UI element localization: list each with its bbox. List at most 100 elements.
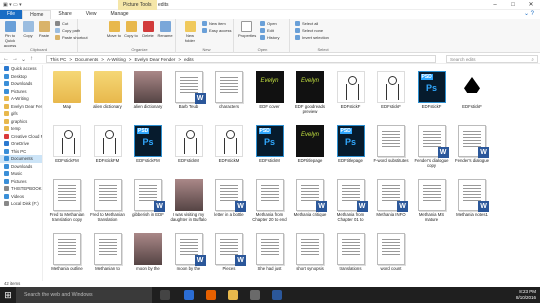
help-icon[interactable]: ⌄ ? — [524, 10, 534, 17]
file-item[interactable]: EDFstickM — [170, 125, 208, 168]
file-item[interactable]: Wmoon by the — [170, 233, 208, 276]
nav-item[interactable]: This PC — [0, 148, 42, 156]
tab-view[interactable]: View — [79, 10, 104, 19]
file-item[interactable]: moon by the — [129, 233, 167, 276]
nav-item[interactable]: graphics — [0, 118, 42, 126]
file-item[interactable]: EDFstickFM — [89, 125, 127, 168]
file-item[interactable]: PSD Ps EDFstickM — [251, 125, 289, 168]
breadcrumb-separator[interactable]: > — [178, 57, 181, 62]
file-item[interactable]: Methania MS mature — [413, 179, 451, 222]
rename-button[interactable]: Rename — [157, 21, 173, 38]
new-folder-button[interactable]: New folder — [182, 21, 198, 43]
file-item[interactable]: PSD Ps EDFstickFM — [129, 125, 167, 168]
file-item[interactable]: Evelyn EDFtitlepage — [291, 125, 329, 168]
file-item[interactable]: I was visiting my daughter in Buffalo — [170, 179, 208, 222]
store-icon[interactable] — [250, 290, 260, 300]
nav-item[interactable]: Videos — [0, 193, 42, 201]
close-icon[interactable]: ✕ — [522, 0, 540, 10]
file-item[interactable]: EDFstickM — [210, 125, 248, 168]
windows-start-icon[interactable]: ⊞ — [0, 287, 16, 303]
recent-icon[interactable]: ⌄ — [21, 56, 26, 63]
quick-access-toolbar[interactable]: ▣ ▾ ▭ ▾ — [3, 2, 22, 8]
file-item[interactable]: Wgibberish in EDF — [129, 179, 167, 222]
paste-button[interactable]: Paste — [36, 21, 52, 38]
nav-item[interactable]: Creative Cloud Fil — [0, 133, 42, 141]
file-explorer-icon[interactable] — [228, 290, 238, 300]
history-button[interactable]: History — [260, 35, 279, 41]
nav-item[interactable]: THISTEPBOOK (C — [0, 185, 42, 193]
file-item[interactable]: W Fender's dialogue — [453, 125, 491, 168]
open-button[interactable]: Open — [260, 21, 277, 27]
file-item[interactable]: W Fender's dialogue copy — [413, 125, 451, 168]
breadcrumb-separator[interactable]: > — [101, 57, 104, 62]
delete-button[interactable]: Delete — [140, 21, 156, 38]
file-item[interactable]: W Barb Teub — [170, 71, 208, 114]
paste-shortcut-button[interactable]: Paste shortcut — [55, 35, 88, 41]
file-item[interactable]: characters — [210, 71, 248, 114]
file-item[interactable]: word count — [372, 233, 410, 276]
edge-icon[interactable] — [184, 290, 194, 300]
new-item-button[interactable]: New item — [202, 21, 226, 27]
move-to-button[interactable]: Move to — [106, 21, 122, 38]
nav-item[interactable]: Desktop — [0, 73, 42, 81]
file-item[interactable]: Fred to Methanian translation copy — [48, 179, 86, 222]
nav-item[interactable]: Quick access — [0, 65, 42, 73]
file-item[interactable]: short synopsis — [291, 233, 329, 276]
nav-item[interactable]: Pictures — [0, 178, 42, 186]
file-item[interactable]: Evelyn EDF goodreads preview — [291, 71, 329, 114]
back-icon[interactable]: ← — [3, 56, 9, 62]
word-icon[interactable] — [272, 290, 282, 300]
file-item[interactable]: Methania outline — [48, 233, 86, 276]
maximize-icon[interactable]: □ — [504, 0, 522, 10]
forward-icon[interactable]: → — [12, 56, 18, 62]
file-item[interactable]: alien dictionary — [129, 71, 167, 114]
tab-manage[interactable]: Manage — [104, 10, 136, 19]
search-box[interactable]: Search edits ⌕ — [446, 55, 538, 63]
minimize-icon[interactable]: – — [486, 0, 504, 10]
file-item[interactable]: Map — [48, 71, 86, 114]
select-all-button[interactable]: Select all — [295, 21, 318, 27]
file-item[interactable]: EDFstickFM — [48, 125, 86, 168]
file-item[interactable]: PSD Ps EDFstickF — [413, 71, 451, 114]
breadcrumb-item[interactable]: This PC — [50, 57, 66, 62]
file-item[interactable]: PSD Ps EDFtitlepage — [332, 125, 370, 168]
tab-file[interactable]: File — [0, 10, 23, 19]
properties-button[interactable]: Properties — [238, 21, 256, 38]
nav-item[interactable]: gifs — [0, 110, 42, 118]
nav-item[interactable]: Downloads — [0, 80, 42, 88]
file-item[interactable]: She had just — [251, 233, 289, 276]
file-item[interactable]: EDFstickF — [453, 71, 491, 114]
taskbar-search[interactable]: Search the web and Windows — [16, 287, 152, 303]
tab-share[interactable]: Share — [51, 10, 78, 19]
nav-item[interactable]: Music — [0, 170, 42, 178]
pin-button[interactable]: Pin to Quick access — [2, 21, 18, 48]
invert-selection-button[interactable]: Invert selection — [295, 35, 329, 41]
file-item[interactable]: F-word substitutes — [372, 125, 410, 168]
cut-button[interactable]: Cut — [55, 21, 68, 27]
file-item[interactable]: Evelyn EDF cover — [251, 71, 289, 114]
nav-item[interactable]: Local Disk (F:) — [0, 200, 42, 208]
select-none-button[interactable]: Select none — [295, 28, 323, 34]
nav-item[interactable]: Pictures — [0, 88, 42, 96]
file-item[interactable]: EDFstickF — [332, 71, 370, 114]
copy-to-button[interactable]: Copy to — [123, 21, 139, 38]
file-item[interactable]: W Methania INFO — [372, 179, 410, 222]
tab-home[interactable]: Home — [22, 10, 52, 19]
file-item[interactable]: W Methania notes1 — [453, 179, 491, 222]
easy-access-button[interactable]: Easy access — [202, 28, 231, 34]
file-item[interactable]: W Pieces — [210, 233, 248, 276]
edit-button[interactable]: Edit — [260, 28, 274, 34]
file-item[interactable]: Methanian to — [89, 233, 127, 276]
address-box[interactable]: This PC > Documents > A-Writing > Evelyn Dear … — [46, 55, 436, 63]
file-item[interactable]: WMethania from Chapter 01 to Chapter 20 — [332, 179, 370, 222]
file-item[interactable]: Fred to Methanian translation — [89, 179, 127, 222]
firefox-icon[interactable] — [206, 290, 216, 300]
nav-item[interactable]: A-Writing — [0, 95, 42, 103]
system-clock[interactable]: 8:23 PM 8/10/2016 — [516, 289, 536, 301]
file-item[interactable]: Wletter in a bottle — [210, 179, 248, 222]
file-item[interactable]: W Methania critique — [291, 179, 329, 222]
breadcrumb-separator[interactable]: > — [129, 57, 132, 62]
task-view-icon[interactable] — [160, 290, 170, 300]
breadcrumb-item[interactable]: edits — [184, 57, 194, 62]
file-item[interactable]: Methania from Chapter 20 to end — [251, 179, 289, 222]
